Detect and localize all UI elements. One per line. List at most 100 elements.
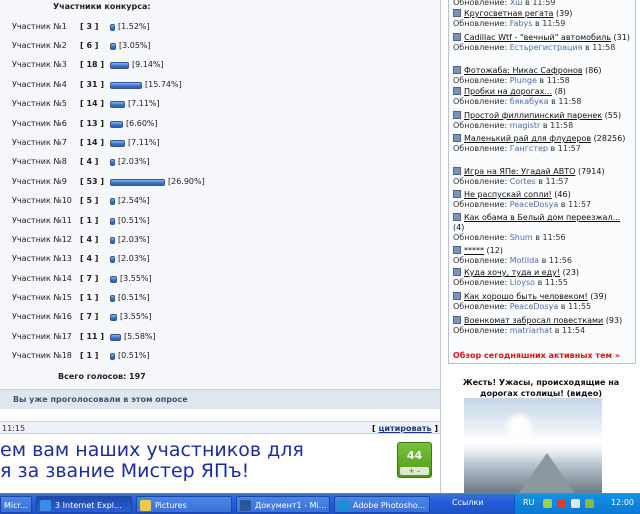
- topic-head: Как хорошо быть человеком! (39): [453, 292, 633, 302]
- topic-icon: [453, 66, 461, 74]
- topic-update-line: Обновление: PeaceDosya в 11:57: [453, 200, 633, 210]
- poll-row: Участник №9 [ 53 ] [26.90%]: [0, 175, 440, 189]
- poll-option-label: Участник №1: [12, 22, 67, 31]
- topic-icon: [453, 167, 461, 175]
- topic-user-link[interactable]: Гангстер: [510, 144, 548, 153]
- quote-label[interactable]: цитировать: [378, 424, 431, 433]
- topic-user-link[interactable]: Cortes: [510, 177, 536, 186]
- links-toolbar-label[interactable]: Ссылки: [452, 498, 483, 507]
- topic-head: Куда хочу, туда и еду! (23): [453, 268, 633, 278]
- topic-title-link[interactable]: Военкомат забросал повестками: [464, 316, 603, 325]
- topic-time-prefix: в: [552, 326, 563, 335]
- taskbar-button[interactable]: Micr...: [0, 496, 32, 513]
- topic-update-label: Обновление:: [453, 43, 510, 52]
- poll-option-label: Участник №5: [12, 99, 67, 108]
- topic-title-link[interactable]: Простой филлипинский паренек: [464, 111, 602, 120]
- topic-title-link[interactable]: *****: [464, 246, 484, 255]
- poll-bar: [110, 334, 121, 341]
- topic-reply-count: (93): [603, 316, 623, 325]
- poll-vote-count: [ 4 ]: [80, 235, 99, 244]
- rating-value: 44: [406, 449, 423, 462]
- active-topics-more-link[interactable]: Обзор сегодняшних активных тем »: [453, 351, 620, 360]
- poll-row: Участник №12 [ 4 ] [2.03%]: [0, 233, 440, 247]
- volume-icon[interactable]: [571, 499, 580, 508]
- topic-title-link[interactable]: Маленький рай для флудеров: [464, 134, 591, 143]
- topic-user-link[interactable]: PeaceDosya: [510, 302, 559, 311]
- topic-user-link[interactable]: Естьрегистрация: [510, 43, 583, 52]
- topic-time: 11:55: [544, 278, 568, 287]
- topic-icon: [453, 190, 461, 198]
- topic-user-link[interactable]: бякабука: [510, 97, 549, 106]
- topic-title-link[interactable]: Cadillac Wtf - "вечный" автомобиль: [464, 33, 611, 42]
- rating-vote-controls[interactable]: + –: [400, 467, 429, 475]
- topic-user-link[interactable]: Lloyso: [510, 278, 535, 287]
- poll-percent: [6.60%]: [126, 119, 158, 128]
- topic-item: Не распускай сопли! (46) Обновление: Peac…: [453, 190, 633, 210]
- topic-title-link[interactable]: Пробки на дорогах...: [464, 87, 552, 96]
- topic-icon: [453, 268, 461, 276]
- poll-vote-count: [ 4 ]: [80, 157, 99, 166]
- topic-user-link[interactable]: matriarhat: [510, 326, 553, 335]
- topic-title-link[interactable]: Кругосветная регата: [464, 9, 553, 18]
- topic-time-prefix: в: [522, 0, 533, 7]
- topic-time-prefix: в: [536, 76, 547, 85]
- topic-time-prefix: в: [539, 256, 549, 265]
- post-rating[interactable]: 44 + –: [397, 442, 432, 478]
- topic-update-label: Обновление:: [453, 233, 510, 242]
- language-indicator[interactable]: RU: [523, 498, 534, 507]
- topic-user-link[interactable]: Shum: [510, 233, 533, 242]
- poll-total: Всего голосов: 197: [58, 372, 146, 381]
- poll-bar: [110, 295, 115, 302]
- topic-update-label: Обновление:: [453, 200, 510, 209]
- topic-time: 11:54: [562, 326, 586, 335]
- topic-update-line: Обновление: Fabys в 11:59: [453, 19, 633, 29]
- poll-vote-count: [ 5 ]: [80, 196, 99, 205]
- clock[interactable]: 12:00: [611, 498, 634, 507]
- topic-item: Маленький рай для флудеров (28256) Обновл…: [453, 134, 633, 154]
- network-icon[interactable]: [543, 499, 552, 508]
- poll-row: Участник №7 [ 14 ] [7.11%]: [0, 136, 440, 150]
- topic-title-link[interactable]: Фотожаба: Никас Сафронов: [464, 66, 583, 75]
- news-image[interactable]: [464, 398, 602, 493]
- topic-title-link[interactable]: Игра на ЯПе: Угадай АВТО: [464, 167, 575, 176]
- poll-bar: [110, 121, 123, 128]
- topic-user-link[interactable]: PeaceDosya: [510, 200, 559, 209]
- topic-update-label: Обновление:: [453, 326, 510, 335]
- antivirus-icon[interactable]: [557, 499, 566, 508]
- poll-vote-count: [ 1 ]: [80, 216, 99, 225]
- sidebar: Обновление: Xш в 11:59 Кругосветная регат…: [440, 0, 640, 493]
- news-title[interactable]: Жесть! Ужасы, происходящие на дорогах ст…: [451, 377, 631, 399]
- topic-icon: [453, 213, 461, 221]
- topic-user-link[interactable]: Xш: [510, 0, 523, 7]
- topic-update-line: Обновление: Естьрегистрация в 11:58: [453, 43, 633, 53]
- poll-percent: [2.03%]: [118, 235, 150, 244]
- poll-vote-count: [ 31 ]: [80, 80, 105, 89]
- taskbar-button[interactable]: 3 Internet Expl...: [36, 496, 132, 513]
- poll-row: Участник №14 [ 7 ] [3.55%]: [0, 272, 440, 286]
- topic-update-line: Обновление: matriarhat в 11:54: [453, 326, 633, 336]
- topic-user-link[interactable]: Motilda: [510, 256, 539, 265]
- poll-percent: [2.03%]: [118, 254, 150, 263]
- topic-update-line: Обновление: Xш в 11:59: [453, 0, 633, 8]
- topic-time-prefix: в: [535, 177, 546, 186]
- poll-bar: [110, 140, 125, 147]
- topic-time: 11:59: [532, 0, 556, 7]
- taskbar-button[interactable]: Документ1 - Mi...: [236, 496, 330, 513]
- topic-user-link[interactable]: Fabys: [510, 19, 533, 28]
- poll-row: Участник №3 [ 18 ] [9.14%]: [0, 58, 440, 72]
- taskbar-button[interactable]: Adobe Photosho...: [334, 496, 430, 513]
- poll-bar: [110, 24, 115, 31]
- topic-title-link[interactable]: Не распускай сопли!: [464, 190, 552, 199]
- topic-title-link[interactable]: Куда хочу, туда и еду!: [464, 268, 560, 277]
- topic-reply-count: (4): [453, 223, 465, 232]
- poll-percent: [0.51%]: [118, 351, 150, 360]
- quote-link[interactable]: [ цитировать ]: [372, 424, 438, 433]
- topic-title-link[interactable]: Как обама в Белый дом переезжал...: [464, 213, 620, 222]
- topic-user-link[interactable]: Plunge: [510, 76, 537, 85]
- topic-time: 11:56: [548, 256, 572, 265]
- topic-icon: [453, 33, 461, 41]
- messenger-icon[interactable]: [585, 499, 594, 508]
- topic-user-link[interactable]: magistr: [510, 121, 541, 130]
- taskbar-button[interactable]: Pictures: [136, 496, 232, 513]
- topic-title-link[interactable]: Как хорошо быть человеком!: [464, 292, 588, 301]
